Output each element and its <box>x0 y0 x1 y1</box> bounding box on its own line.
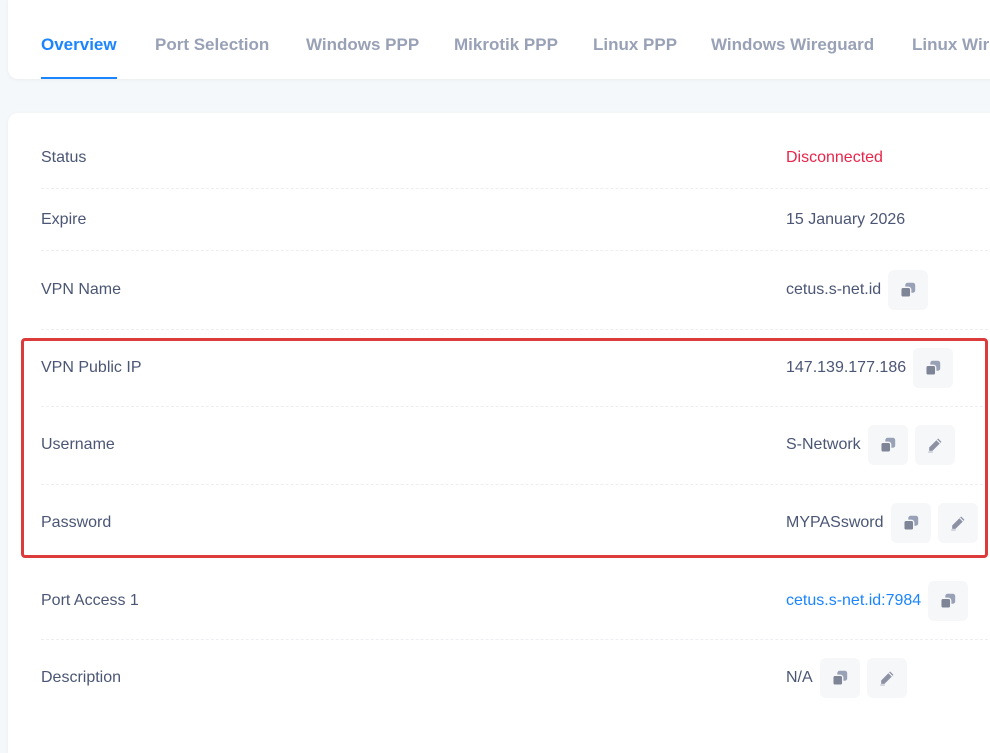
copy-port-access-button[interactable] <box>928 581 969 621</box>
tab-windows-ppp[interactable]: Windows PPP <box>306 0 419 79</box>
tab-linux-wireguard[interactable]: Linux Wireguard <box>912 0 990 79</box>
status-row: Status Disconnected <box>41 126 990 189</box>
tabs-bar: Overview Port Selection Windows PPP Mikr… <box>8 0 990 79</box>
pencil-icon <box>878 669 896 687</box>
password-value: MYPASsword <box>786 514 884 531</box>
description-value: N/A <box>786 669 813 686</box>
expire-value: 15 January 2026 <box>786 211 906 228</box>
vpn-public-ip-value: 147.139.177.186 <box>786 359 907 376</box>
vpn-public-ip-row: VPN Public IP 147.139.177.186 <box>41 330 990 407</box>
copy-description-button[interactable] <box>819 658 860 698</box>
port-access-label: Port Access 1 <box>41 592 139 609</box>
copy-username-button[interactable] <box>867 425 908 465</box>
port-access-row: Port Access 1 cetus.s-net.id:7984 <box>41 563 990 640</box>
password-row: Password MYPASsword <box>41 485 990 563</box>
expire-label: Expire <box>41 211 87 228</box>
description-label: Description <box>41 669 122 686</box>
edit-username-button[interactable] <box>914 425 955 465</box>
pencil-icon <box>926 436 944 454</box>
status-value: Disconnected <box>786 149 883 166</box>
vpn-name-label: VPN Name <box>41 281 122 298</box>
copy-vpn-public-ip-button[interactable] <box>913 348 954 388</box>
vpn-name-row: VPN Name cetus.s-net.id <box>41 251 990 330</box>
tab-linux-ppp[interactable]: Linux PPP <box>593 0 677 79</box>
status-label: Status <box>41 149 87 166</box>
copy-icon <box>879 436 897 454</box>
port-access-link[interactable]: cetus.s-net.id:7984 <box>786 592 921 610</box>
copy-icon <box>902 514 920 532</box>
username-row: Username S-Network <box>41 407 990 485</box>
copy-icon <box>831 669 849 687</box>
tab-overview[interactable]: Overview <box>41 0 117 79</box>
edit-description-button[interactable] <box>866 658 907 698</box>
tab-port-selection[interactable]: Port Selection <box>155 0 269 79</box>
vpn-name-value: cetus.s-net.id <box>786 281 882 298</box>
vpn-details-card: Status Disconnected Expire 15 January 20… <box>8 113 990 753</box>
password-label: Password <box>41 514 112 531</box>
vpn-public-ip-label: VPN Public IP <box>41 359 142 376</box>
tab-mikrotik-ppp[interactable]: Mikrotik PPP <box>454 0 558 79</box>
username-label: Username <box>41 436 115 453</box>
copy-icon <box>899 281 917 299</box>
copy-vpn-name-button[interactable] <box>888 270 929 310</box>
copy-icon <box>939 592 957 610</box>
expire-row: Expire 15 January 2026 <box>41 189 990 251</box>
pencil-icon <box>949 514 967 532</box>
copy-icon <box>924 359 942 377</box>
description-row: Description N/A <box>41 640 990 718</box>
copy-password-button[interactable] <box>890 503 931 543</box>
tab-windows-wireguard[interactable]: Windows Wireguard <box>711 0 874 79</box>
username-value: S-Network <box>786 436 861 453</box>
edit-password-button[interactable] <box>937 503 978 543</box>
